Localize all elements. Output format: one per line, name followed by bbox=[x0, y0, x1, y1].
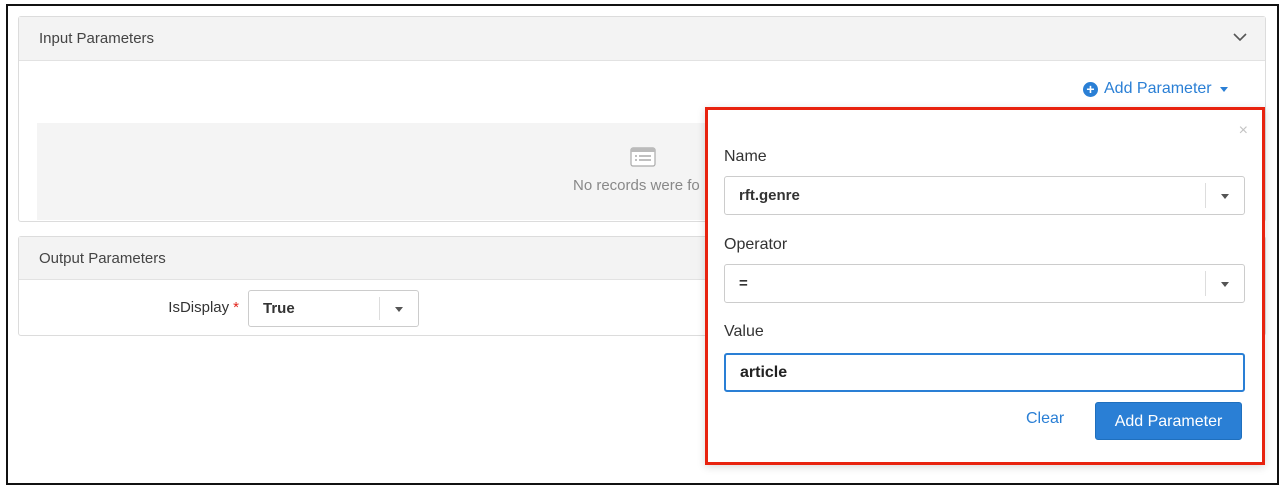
close-icon[interactable]: × bbox=[1239, 122, 1248, 140]
clear-button[interactable]: Clear bbox=[1026, 410, 1064, 428]
value-label: Value bbox=[724, 323, 764, 340]
caret-down-icon bbox=[1221, 194, 1229, 199]
operator-select-value: = bbox=[739, 275, 748, 292]
required-marker: * bbox=[233, 299, 239, 316]
isdisplay-select-value: True bbox=[263, 300, 295, 317]
operator-select[interactable]: = bbox=[724, 264, 1245, 303]
chevron-down-icon[interactable] bbox=[1233, 30, 1247, 44]
select-separator bbox=[1205, 183, 1206, 208]
isdisplay-select[interactable]: True bbox=[248, 290, 419, 327]
empty-records-text: No records were fo bbox=[573, 177, 700, 194]
add-parameter-button[interactable]: Add Parameter bbox=[1095, 402, 1242, 440]
add-parameter-popover: × Name rft.genre Operator = Value articl… bbox=[705, 107, 1265, 465]
name-label: Name bbox=[724, 148, 767, 165]
isdisplay-label-row: IsDisplay * bbox=[109, 299, 239, 316]
select-separator bbox=[379, 297, 380, 320]
name-select-value: rft.genre bbox=[739, 187, 800, 204]
plus-circle-icon: + bbox=[1083, 81, 1098, 97]
app-frame: Input Parameters + Add Parameter No reco… bbox=[6, 4, 1279, 485]
input-parameters-header[interactable]: Input Parameters bbox=[19, 17, 1265, 61]
value-input[interactable]: article bbox=[724, 353, 1245, 392]
add-parameter-dropdown[interactable]: + Add Parameter bbox=[1083, 80, 1228, 98]
value-input-text: article bbox=[740, 364, 788, 381]
list-icon bbox=[630, 147, 656, 167]
caret-down-icon bbox=[1219, 86, 1228, 92]
caret-down-icon bbox=[395, 307, 403, 312]
operator-label: Operator bbox=[724, 236, 788, 253]
select-separator bbox=[1205, 271, 1206, 296]
input-parameters-title: Input Parameters bbox=[39, 30, 155, 47]
isdisplay-label: IsDisplay bbox=[168, 299, 230, 316]
add-parameter-label: Add Parameter bbox=[1104, 80, 1212, 97]
caret-down-icon bbox=[1221, 282, 1229, 287]
name-select[interactable]: rft.genre bbox=[724, 176, 1245, 215]
output-parameters-title: Output Parameters bbox=[39, 250, 166, 267]
